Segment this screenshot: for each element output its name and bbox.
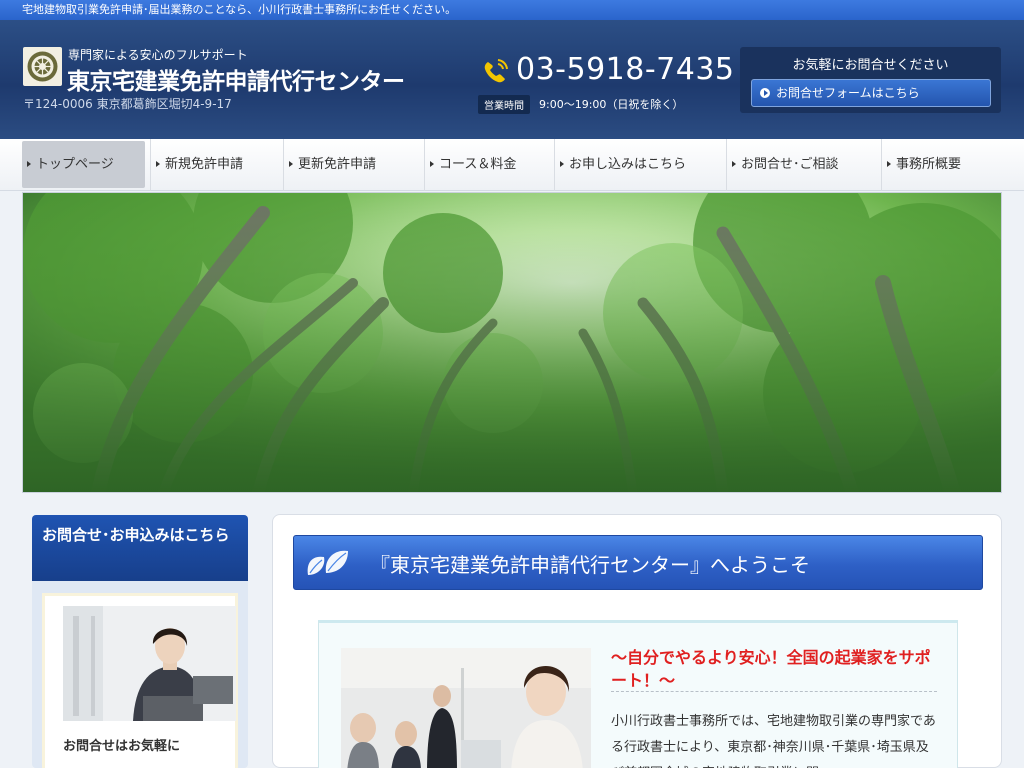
nav-item-new-license[interactable]: 新規免許申請 [150,139,282,191]
site-header: 専門家による安心のフルサポート 東京宅建業免許申請代行センター 〒124-000… [0,20,1024,139]
site-subtitle: 専門家による安心のフルサポート [68,48,248,62]
team-meeting-photo [341,648,591,768]
nav-item-application[interactable]: お申し込みはこちら [554,139,721,191]
phone-number[interactable]: 03-5918-7435 [516,52,735,87]
site-title[interactable]: 東京宅建業免許申請代行センター [67,62,405,96]
nav-item-courses-fees[interactable]: コース＆料金 [424,139,549,191]
nav-item-office-profile[interactable]: 事務所概要 [881,139,1002,191]
nav-arrow-icon [560,161,564,167]
main-content: 『東京宅建業免許申請代行センター』へようこそ ～自分でやるより安心！全国の起業家… [272,514,1002,768]
nav-item-label: お申し込みはこちら [569,157,687,172]
business-hours: 9:00～19:00（日祝を除く） [539,98,684,111]
nav-item-label: 更新免許申請 [298,157,377,172]
nav-item-label: 新規免許申請 [165,157,244,172]
nav-item-renewal[interactable]: 更新免許申請 [283,139,419,191]
contact-form-button-label: お問合せフォームはこちら [776,86,920,100]
arrow-circle-icon [760,88,770,98]
nav-item-label: 事務所概要 [896,157,962,172]
nav-arrow-icon [430,161,434,167]
nav-item-label: コース＆料金 [439,157,517,172]
phone-icon [481,58,509,90]
feature-divider [611,691,937,692]
header-contact-box: お気軽にお問合せください お問合せフォームはこちら [740,47,1001,113]
nav-item-top[interactable]: トップページ [22,141,145,188]
hero-forest-image [22,192,1002,493]
feature-section: ～自分でやるより安心！全国の起業家をサポート！～ 小川行政書士事務所では、宅地建… [318,620,958,768]
main-navigation: トップページ 新規免許申請 更新免許申請 コース＆料金 お申し込みはこちら お問… [0,139,1024,191]
nav-item-inquiry[interactable]: お問合せ･ご相談 [726,139,880,191]
announcement-text: 宅地建物取引業免許申請･届出業務のことなら、小川行政書士事務所にお任せください。 [22,3,457,16]
sidebar-contact-panel: お問合せ･お申込みはこちら お問合せはお気軽に [32,515,248,768]
nav-arrow-icon [27,161,31,167]
top-announcement-bar: 宅地建物取引業免許申請･届出業務のことなら、小川行政書士事務所にお任せください。 [0,0,1024,20]
operator-photo [63,606,236,721]
logo-emblem-icon[interactable] [23,47,62,86]
feature-heading: ～自分でやるより安心！全国の起業家をサポート！～ [611,648,931,690]
feature-body-text: 小川行政書士事務所では、宅地建物取引業の専門家である行政書士により、東京都･神奈… [611,714,936,768]
sidebar-caption: お問合せはお気軽に [63,739,181,754]
sidebar-heading: お問合せ･お申込みはこちら [32,515,248,581]
welcome-title: 『東京宅建業免許申請代行センター』へようこそ [370,553,810,577]
contact-box-title: お気軽にお問合せください [792,58,949,73]
nav-item-label: お問合せ･ご相談 [741,157,839,172]
hours-label-badge: 営業時間 [478,95,530,114]
welcome-banner: 『東京宅建業免許申請代行センター』へようこそ [293,535,983,590]
nav-arrow-icon [732,161,736,167]
sidebar-contact-card[interactable]: お問合せはお気軽に [42,593,238,768]
nav-arrow-icon [887,161,891,167]
phone-icon [63,761,83,768]
office-address: 〒124-0006 東京都葛飾区堀切4-9-17 [23,97,232,111]
nav-arrow-icon [289,161,293,167]
leaf-icon [304,547,350,581]
nav-arrow-icon [156,161,160,167]
nav-item-label: トップページ [36,157,114,172]
contact-form-button[interactable]: お問合せフォームはこちら [751,79,991,107]
